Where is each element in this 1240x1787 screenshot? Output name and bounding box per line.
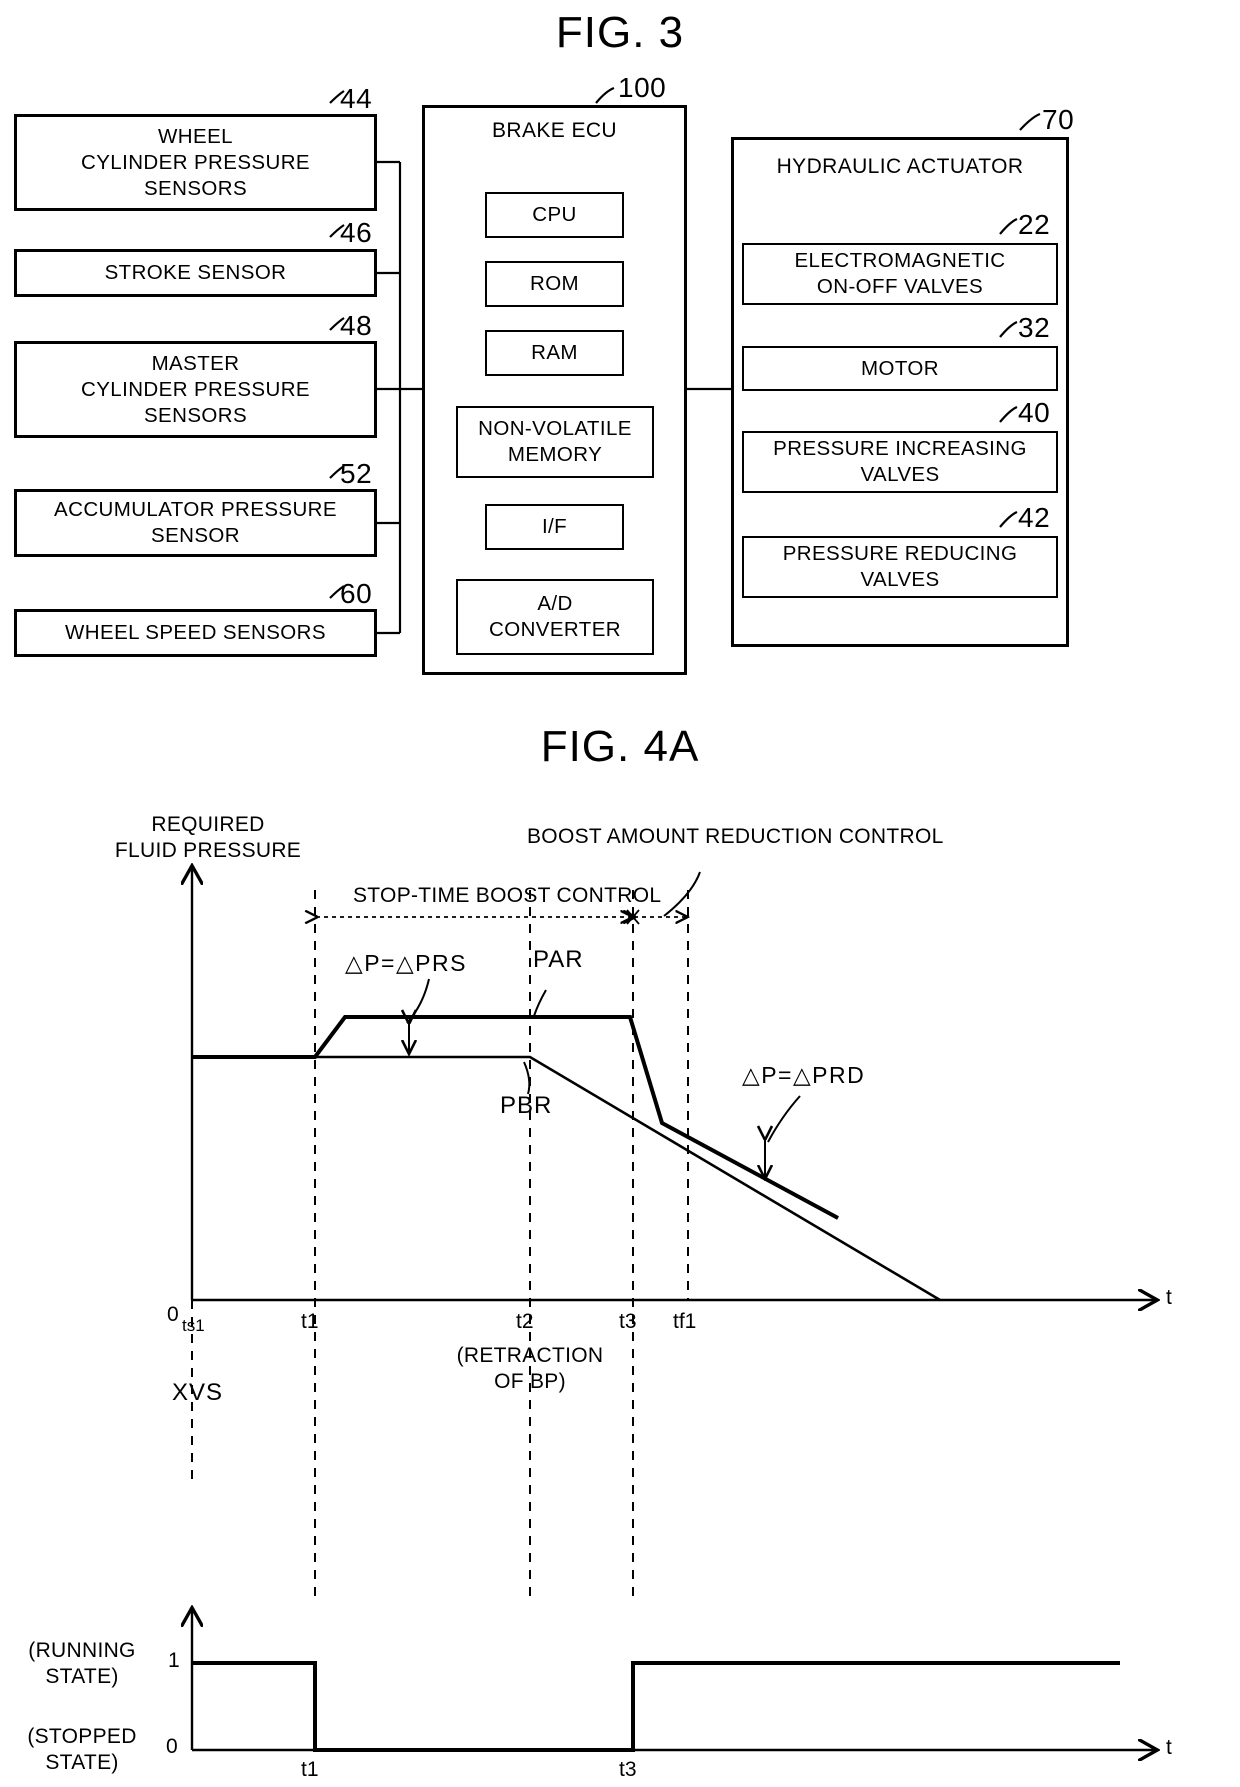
upper-tick-t3: t3 <box>619 1310 637 1333</box>
upper-tick-t1: t1 <box>301 1310 319 1333</box>
annotation-delta-p-prs: △P=△PRS <box>345 950 467 976</box>
lower-state-high-label: (RUNNING STATE) <box>28 1639 136 1688</box>
lower-chart-y-axis-label: XVS <box>172 1379 224 1406</box>
lower-tick-t1: t1 <box>301 1758 319 1781</box>
lower-x-axis-label: t <box>1166 1736 1172 1759</box>
annotation-boost-amount-reduction-control: BOOST AMOUNT REDUCTION CONTROL <box>527 825 944 848</box>
upper-chart-y-axis-label: REQUIRED FLUID PRESSURE <box>114 813 302 862</box>
annotation-stop-time-boost-control: STOP-TIME BOOST CONTROL <box>353 884 662 907</box>
upper-origin-label: 0 <box>167 1303 179 1326</box>
curve-pbr <box>192 1055 941 1302</box>
fig4a-lower-chart <box>192 1610 1155 1750</box>
leader-32 <box>999 320 1018 338</box>
lower-state-low-label: (STOPPED STATE) <box>27 1725 137 1774</box>
lower-level-high-label: 1 <box>168 1649 180 1672</box>
leader-48 <box>329 317 345 331</box>
leader-curve-par <box>533 989 547 1017</box>
fig4a-upper-chart <box>192 868 1155 1600</box>
fig4a-title: FIG. 4A <box>540 722 700 771</box>
label-curve-par: PAR <box>533 946 584 973</box>
patent-figure-page: FIG. 3 WHEEL CYLINDER PRESSURE SENSORS S… <box>0 0 1240 1787</box>
leader-44 <box>329 90 345 104</box>
upper-tick-tf1: tf1 <box>673 1310 697 1333</box>
leader-100 <box>595 86 615 104</box>
label-curve-pbr: PBR <box>500 1092 553 1119</box>
leader-boost-amount-reduction-control <box>663 871 701 917</box>
leader-70 <box>1019 112 1041 131</box>
lower-tick-t3: t3 <box>619 1758 637 1781</box>
upper-tick-t2: t2 <box>516 1310 534 1333</box>
upper-tick-ts1: ts1 <box>182 1316 205 1335</box>
leader-delta-p-prd <box>767 1095 801 1143</box>
leader-60 <box>329 585 345 599</box>
leader-42 <box>999 510 1018 528</box>
annotation-delta-p-prd: △P=△PRD <box>742 1062 866 1088</box>
upper-x-axis-label: t <box>1166 1286 1172 1309</box>
leader-22 <box>999 217 1018 235</box>
annotation-retraction-of-bp: (RETRACTION OF BP) <box>456 1344 604 1393</box>
leader-46 <box>329 224 345 238</box>
leader-52 <box>329 465 345 479</box>
leader-40 <box>999 405 1018 423</box>
lower-level-low-label: 0 <box>166 1735 178 1758</box>
leader-curve-pbr <box>523 1061 531 1095</box>
curve-xvs <box>192 1661 1120 1752</box>
